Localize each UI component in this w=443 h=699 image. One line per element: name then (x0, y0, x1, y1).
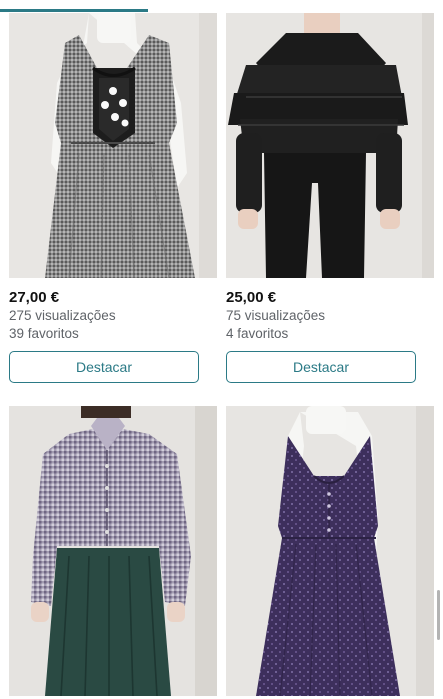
item-views: 275 visualizações (9, 308, 116, 323)
purple-dirndl-dress-photo (226, 406, 434, 696)
item-favorites: 4 favoritos (226, 326, 289, 341)
gingham-dirndl-dress-photo (9, 13, 217, 278)
item-favorites: 39 favoritos (9, 326, 79, 341)
item-grid: 27,00 € 275 visualizações 39 favoritos D… (0, 0, 443, 699)
item-card[interactable] (9, 406, 217, 696)
item-card[interactable] (226, 406, 434, 696)
item-photo[interactable] (9, 13, 217, 278)
item-price: 25,00 € (226, 289, 277, 306)
item-photo[interactable] (9, 406, 217, 696)
item-photo[interactable] (226, 406, 434, 696)
checked-shirt-green-skirt-photo (9, 406, 217, 696)
boost-button[interactable]: Destacar (9, 351, 199, 383)
item-views: 75 visualizações (226, 308, 326, 323)
boost-button[interactable]: Destacar (226, 351, 416, 383)
item-photo[interactable] (226, 13, 434, 278)
scrollbar[interactable] (437, 590, 440, 640)
item-card[interactable]: 27,00 € 275 visualizações 39 favoritos D… (9, 13, 217, 383)
item-price: 27,00 € (9, 289, 60, 306)
listings-page: 27,00 € 275 visualizações 39 favoritos D… (0, 0, 443, 699)
item-card[interactable]: 25,00 € 75 visualizações 4 favoritos Des… (226, 13, 434, 383)
black-ruffle-blouse-photo (226, 13, 434, 278)
